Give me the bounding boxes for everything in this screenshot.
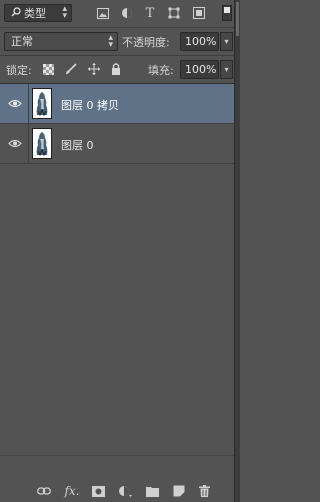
image-filter-icon[interactable] <box>96 6 110 20</box>
scrollbar[interactable] <box>234 0 240 502</box>
scrollbar-thumb[interactable] <box>236 2 239 36</box>
lock-label: 锁定: <box>6 64 32 77</box>
eye-icon[interactable] <box>6 97 24 109</box>
blend-opacity-row: 正常 ▴ ▾ 不透明度: 100% ▾ <box>0 27 234 55</box>
adjustment-layer-icon[interactable] <box>118 484 132 498</box>
search-icon <box>11 6 21 20</box>
new-group-icon[interactable] <box>146 484 159 498</box>
layer-list: 图层 0 拷贝 图层 0 <box>0 83 234 164</box>
updown-arrows-icon: ▴ ▾ <box>108 33 113 50</box>
fill-label: 填充: <box>148 64 174 77</box>
layers-panel: 类型 ▴ ▾ T 正常 ▴ ▾ 不透明度: 100% ▾ 锁定: 填充: 100… <box>0 0 240 502</box>
lock-fill-row: 锁定: 填充: 100% ▾ <box>0 55 234 82</box>
layer-thumbnail <box>32 128 52 159</box>
fill-dropdown-button[interactable]: ▾ <box>220 60 233 79</box>
visibility-divider <box>28 84 29 123</box>
updown-arrows-icon: ▴ ▾ <box>62 4 67 21</box>
filter-toggle-switch[interactable] <box>222 5 232 21</box>
lock-position-icon[interactable] <box>88 63 100 75</box>
delete-layer-icon[interactable] <box>198 484 211 498</box>
type-filter-icon[interactable]: T <box>143 6 157 21</box>
filter-kind-select[interactable]: 类型 ▴ ▾ <box>4 4 72 22</box>
fill-input[interactable]: 100% <box>180 60 219 79</box>
eye-icon[interactable] <box>6 137 24 149</box>
add-mask-icon[interactable] <box>92 484 105 498</box>
blend-mode-select[interactable]: 正常 ▴ ▾ <box>4 32 118 51</box>
opacity-label: 不透明度: <box>122 36 170 49</box>
layer-name[interactable]: 图层 0 <box>61 137 94 153</box>
lock-transparent-pixels-icon[interactable] <box>42 63 54 75</box>
blend-mode-value: 正常 <box>11 35 33 48</box>
opacity-dropdown-button[interactable]: ▾ <box>220 32 233 51</box>
layers-bottom-toolbar: fx. <box>0 455 234 502</box>
layer-list-empty-area <box>0 165 234 455</box>
opacity-input[interactable]: 100% <box>180 32 219 51</box>
layer-name[interactable]: 图层 0 拷贝 <box>61 97 119 113</box>
shape-filter-icon[interactable] <box>167 6 181 20</box>
layer-thumbnail <box>32 88 52 119</box>
lock-all-icon[interactable] <box>110 63 122 75</box>
adjustment-filter-icon[interactable] <box>120 6 134 20</box>
layer-row-selected[interactable]: 图层 0 拷贝 <box>0 84 234 124</box>
layer-row[interactable]: 图层 0 <box>0 124 234 164</box>
filter-kind-label: 类型 <box>24 7 46 20</box>
smart-object-filter-icon[interactable] <box>192 6 206 20</box>
visibility-divider <box>28 124 29 163</box>
link-layers-icon[interactable] <box>37 484 51 498</box>
lock-image-pixels-icon[interactable] <box>65 63 77 75</box>
layer-style-icon[interactable]: fx. <box>63 484 81 498</box>
layer-filter-row: 类型 ▴ ▾ T <box>0 0 234 27</box>
new-layer-icon[interactable] <box>172 484 185 498</box>
